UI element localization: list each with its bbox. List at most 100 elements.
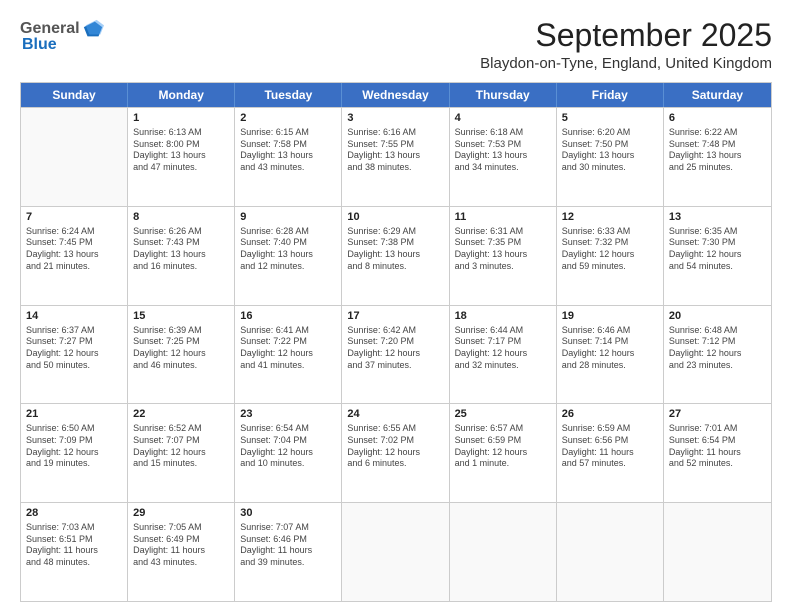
day-number: 21 xyxy=(26,407,122,422)
day-number: 17 xyxy=(347,309,443,324)
cell-info-line: Sunset: 7:30 PM xyxy=(669,237,766,249)
cell-info-line: Sunrise: 7:03 AM xyxy=(26,522,122,534)
cell-info-line: Daylight: 12 hours xyxy=(347,447,443,459)
day-number: 27 xyxy=(669,407,766,422)
cell-info-line: Sunrise: 7:05 AM xyxy=(133,522,229,534)
cell-info-line: Sunrise: 6:26 AM xyxy=(133,226,229,238)
calendar-cell: 12Sunrise: 6:33 AMSunset: 7:32 PMDayligh… xyxy=(557,207,664,305)
header: General Blue September 2025 Blaydon-on-T… xyxy=(20,18,772,72)
cell-info-line: and 38 minutes. xyxy=(347,162,443,174)
cell-info-line: and 41 minutes. xyxy=(240,360,336,372)
calendar-cell: 14Sunrise: 6:37 AMSunset: 7:27 PMDayligh… xyxy=(21,306,128,404)
header-day-wednesday: Wednesday xyxy=(342,83,449,107)
day-number: 15 xyxy=(133,309,229,324)
calendar-cell: 13Sunrise: 6:35 AMSunset: 7:30 PMDayligh… xyxy=(664,207,771,305)
cell-info-line: Daylight: 13 hours xyxy=(347,249,443,261)
cell-info-line: and 46 minutes. xyxy=(133,360,229,372)
day-number: 5 xyxy=(562,111,658,126)
cell-info-line: Sunset: 7:45 PM xyxy=(26,237,122,249)
cell-info-line: and 6 minutes. xyxy=(347,458,443,470)
cell-info-line: Sunrise: 6:55 AM xyxy=(347,423,443,435)
calendar-header: SundayMondayTuesdayWednesdayThursdayFrid… xyxy=(21,83,771,107)
cell-info-line: and 39 minutes. xyxy=(240,557,336,569)
day-number: 20 xyxy=(669,309,766,324)
header-day-friday: Friday xyxy=(557,83,664,107)
calendar-cell: 4Sunrise: 6:18 AMSunset: 7:53 PMDaylight… xyxy=(450,108,557,206)
calendar-cell: 28Sunrise: 7:03 AMSunset: 6:51 PMDayligh… xyxy=(21,503,128,601)
cell-info-line: and 23 minutes. xyxy=(669,360,766,372)
cell-info-line: and 50 minutes. xyxy=(26,360,122,372)
cell-info-line: Sunrise: 6:48 AM xyxy=(669,325,766,337)
cell-info-line: Daylight: 12 hours xyxy=(240,348,336,360)
cell-info-line: and 32 minutes. xyxy=(455,360,551,372)
calendar-cell: 20Sunrise: 6:48 AMSunset: 7:12 PMDayligh… xyxy=(664,306,771,404)
calendar-cell: 22Sunrise: 6:52 AMSunset: 7:07 PMDayligh… xyxy=(128,404,235,502)
cell-info-line: and 34 minutes. xyxy=(455,162,551,174)
cell-info-line: Sunset: 7:27 PM xyxy=(26,336,122,348)
cell-info-line: Sunset: 7:20 PM xyxy=(347,336,443,348)
cell-info-line: and 3 minutes. xyxy=(455,261,551,273)
cell-info-line: Sunset: 6:51 PM xyxy=(26,534,122,546)
calendar-cell: 7Sunrise: 6:24 AMSunset: 7:45 PMDaylight… xyxy=(21,207,128,305)
cell-info-line: Daylight: 12 hours xyxy=(240,447,336,459)
cell-info-line: Sunrise: 6:22 AM xyxy=(669,127,766,139)
calendar-cell xyxy=(450,503,557,601)
title-block: September 2025 Blaydon-on-Tyne, England,… xyxy=(480,18,772,72)
cell-info-line: and 59 minutes. xyxy=(562,261,658,273)
calendar-cell: 17Sunrise: 6:42 AMSunset: 7:20 PMDayligh… xyxy=(342,306,449,404)
calendar-cell: 30Sunrise: 7:07 AMSunset: 6:46 PMDayligh… xyxy=(235,503,342,601)
calendar-body: 1Sunrise: 6:13 AMSunset: 8:00 PMDaylight… xyxy=(21,107,771,601)
cell-info-line: Sunrise: 6:24 AM xyxy=(26,226,122,238)
calendar-cell: 24Sunrise: 6:55 AMSunset: 7:02 PMDayligh… xyxy=(342,404,449,502)
cell-info-line: Sunset: 7:14 PM xyxy=(562,336,658,348)
cell-info-line: Sunrise: 6:13 AM xyxy=(133,127,229,139)
calendar-cell: 11Sunrise: 6:31 AMSunset: 7:35 PMDayligh… xyxy=(450,207,557,305)
calendar-cell: 1Sunrise: 6:13 AMSunset: 8:00 PMDaylight… xyxy=(128,108,235,206)
calendar-cell: 5Sunrise: 6:20 AMSunset: 7:50 PMDaylight… xyxy=(557,108,664,206)
calendar-row: 21Sunrise: 6:50 AMSunset: 7:09 PMDayligh… xyxy=(21,403,771,502)
day-number: 22 xyxy=(133,407,229,422)
day-number: 10 xyxy=(347,210,443,225)
cell-info-line: Sunrise: 6:15 AM xyxy=(240,127,336,139)
cell-info-line: Sunrise: 6:31 AM xyxy=(455,226,551,238)
cell-info-line: Sunset: 7:48 PM xyxy=(669,139,766,151)
header-day-monday: Monday xyxy=(128,83,235,107)
day-number: 11 xyxy=(455,210,551,225)
cell-info-line: and 43 minutes. xyxy=(240,162,336,174)
day-number: 26 xyxy=(562,407,658,422)
cell-info-line: Sunrise: 6:50 AM xyxy=(26,423,122,435)
calendar-row: 14Sunrise: 6:37 AMSunset: 7:27 PMDayligh… xyxy=(21,305,771,404)
cell-info-line: Sunrise: 6:39 AM xyxy=(133,325,229,337)
cell-info-line: Sunrise: 6:20 AM xyxy=(562,127,658,139)
calendar-cell: 21Sunrise: 6:50 AMSunset: 7:09 PMDayligh… xyxy=(21,404,128,502)
cell-info-line: Daylight: 13 hours xyxy=(133,150,229,162)
cell-info-line: Daylight: 13 hours xyxy=(669,150,766,162)
cell-info-line: and 54 minutes. xyxy=(669,261,766,273)
day-number: 18 xyxy=(455,309,551,324)
cell-info-line: Sunrise: 6:41 AM xyxy=(240,325,336,337)
calendar-cell: 26Sunrise: 6:59 AMSunset: 6:56 PMDayligh… xyxy=(557,404,664,502)
cell-info-line: Daylight: 11 hours xyxy=(133,545,229,557)
cell-info-line: Sunset: 7:55 PM xyxy=(347,139,443,151)
cell-info-line: and 30 minutes. xyxy=(562,162,658,174)
cell-info-line: Sunset: 7:58 PM xyxy=(240,139,336,151)
cell-info-line: Sunrise: 6:44 AM xyxy=(455,325,551,337)
day-number: 23 xyxy=(240,407,336,422)
day-number: 2 xyxy=(240,111,336,126)
cell-info-line: and 12 minutes. xyxy=(240,261,336,273)
cell-info-line: Sunset: 7:35 PM xyxy=(455,237,551,249)
cell-info-line: Sunrise: 6:28 AM xyxy=(240,226,336,238)
cell-info-line: and 47 minutes. xyxy=(133,162,229,174)
calendar-cell: 25Sunrise: 6:57 AMSunset: 6:59 PMDayligh… xyxy=(450,404,557,502)
header-day-saturday: Saturday xyxy=(664,83,771,107)
day-number: 8 xyxy=(133,210,229,225)
calendar-cell: 18Sunrise: 6:44 AMSunset: 7:17 PMDayligh… xyxy=(450,306,557,404)
calendar-cell: 8Sunrise: 6:26 AMSunset: 7:43 PMDaylight… xyxy=(128,207,235,305)
cell-info-line: Daylight: 13 hours xyxy=(455,150,551,162)
header-day-tuesday: Tuesday xyxy=(235,83,342,107)
day-number: 14 xyxy=(26,309,122,324)
day-number: 24 xyxy=(347,407,443,422)
calendar-cell xyxy=(557,503,664,601)
cell-info-line: Daylight: 12 hours xyxy=(562,348,658,360)
cell-info-line: Sunset: 7:43 PM xyxy=(133,237,229,249)
